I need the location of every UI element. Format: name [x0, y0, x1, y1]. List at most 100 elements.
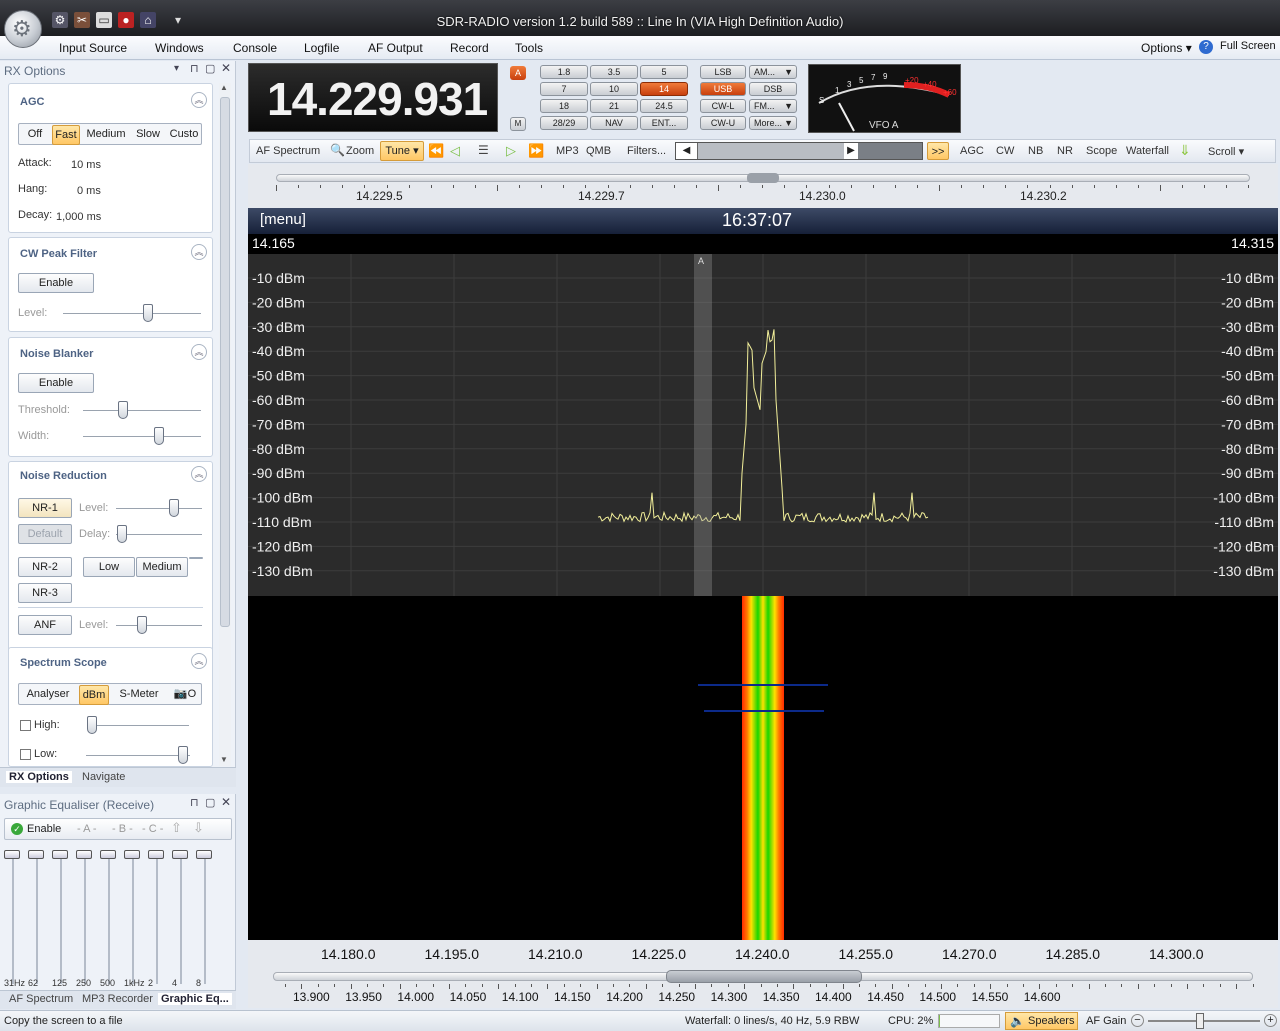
- eq-band-slider[interactable]: [148, 850, 164, 859]
- collapse-icon[interactable]: ︽: [191, 653, 207, 669]
- low-slider[interactable]: [178, 746, 188, 764]
- filter-scroll-thumb[interactable]: [698, 143, 846, 159]
- options-menu[interactable]: Options ▾: [1141, 41, 1192, 55]
- panel-pin-icon[interactable]: ⊓: [190, 796, 199, 809]
- tab-graphic-eq[interactable]: Graphic Eq...: [158, 993, 232, 1005]
- band-button[interactable]: 28/29: [540, 116, 588, 130]
- application-orb-button[interactable]: ⚙: [4, 10, 42, 48]
- wide-scroll-thumb[interactable]: [666, 970, 862, 983]
- mp3-button[interactable]: MP3: [556, 145, 579, 157]
- menu-windows[interactable]: Windows: [155, 41, 204, 55]
- vfo-a-button[interactable]: A: [510, 66, 526, 80]
- collapse-icon[interactable]: ︽: [191, 466, 207, 482]
- band-button[interactable]: 24.5: [640, 99, 688, 113]
- tab-navigate[interactable]: Navigate: [82, 771, 125, 783]
- mode-button[interactable]: FM... ▼: [749, 99, 797, 113]
- nr-medium-button[interactable]: Medium: [136, 557, 188, 577]
- mode-button[interactable]: More... ▼: [749, 116, 797, 130]
- eq-band-slider[interactable]: [4, 850, 20, 859]
- nr-toggle[interactable]: NR: [1057, 145, 1073, 157]
- filters-button[interactable]: Filters...: [627, 145, 666, 157]
- mode-button[interactable]: CW-U: [700, 116, 746, 130]
- low-checkbox[interactable]: [20, 749, 31, 760]
- scope-toggle[interactable]: Scope: [1086, 145, 1117, 157]
- fast-forward-icon[interactable]: ⏩: [528, 143, 544, 159]
- af-gain-slider[interactable]: [1196, 1013, 1204, 1029]
- eq-band-slider[interactable]: [52, 850, 68, 859]
- eq-band-slider[interactable]: [172, 850, 188, 859]
- speakers-button[interactable]: 🔈 Speakers: [1005, 1012, 1078, 1030]
- frequency-display[interactable]: 14.229.931: [248, 63, 498, 132]
- list-icon[interactable]: ☰: [478, 143, 489, 157]
- menu-input-source[interactable]: Input Source: [59, 41, 127, 55]
- panel-float-icon[interactable]: ▢: [205, 796, 215, 809]
- cw-toggle[interactable]: CW: [996, 145, 1014, 157]
- menu-console[interactable]: Console: [233, 41, 277, 55]
- fast-forward-button[interactable]: >>: [927, 142, 949, 160]
- eq-band-slider[interactable]: [28, 850, 44, 859]
- tab-rx-options[interactable]: RX Options: [6, 771, 72, 783]
- agc-fast-button[interactable]: Fast: [52, 125, 80, 145]
- eq-preset-c[interactable]: - C -: [142, 823, 163, 835]
- nr-more-button[interactable]: [189, 557, 203, 559]
- memory-button[interactable]: M: [510, 117, 526, 131]
- menu-logfile[interactable]: Logfile: [304, 41, 339, 55]
- nr-low-button[interactable]: Low: [83, 557, 135, 577]
- gain-plus-button[interactable]: +: [1264, 1014, 1277, 1027]
- mode-button[interactable]: USB: [700, 82, 746, 96]
- waterfall-display[interactable]: [248, 596, 1278, 940]
- high-checkbox[interactable]: [20, 720, 31, 731]
- nb-enable-button[interactable]: Enable: [18, 373, 94, 393]
- band-button[interactable]: 18: [540, 99, 588, 113]
- panel-float-icon[interactable]: ▢: [205, 62, 215, 75]
- menu-tools[interactable]: Tools: [515, 41, 543, 55]
- eq-band-slider[interactable]: [196, 850, 212, 859]
- mode-button[interactable]: CW-L: [700, 99, 746, 113]
- scope-dbm-button[interactable]: dBm: [79, 685, 109, 705]
- forward-icon[interactable]: ▷: [506, 143, 516, 159]
- cw-level-slider[interactable]: [143, 304, 153, 322]
- panel-dropdown-icon[interactable]: ▾: [174, 63, 179, 74]
- band-button[interactable]: 7: [540, 82, 588, 96]
- band-button[interactable]: ENT...: [640, 116, 688, 130]
- scroll-left-icon[interactable]: ◀: [676, 143, 698, 159]
- spectrum-menu-button[interactable]: [menu]: [260, 211, 306, 228]
- filter-scrollbar[interactable]: ◀ ▶: [675, 142, 923, 160]
- eq-band-slider[interactable]: [124, 850, 140, 859]
- eq-preset-a[interactable]: - A -: [77, 823, 97, 835]
- scope-other-button[interactable]: 📷O: [169, 685, 201, 703]
- nb-toggle[interactable]: NB: [1028, 145, 1043, 157]
- panel-pin-icon[interactable]: ⊓: [190, 62, 199, 75]
- tune-button[interactable]: Tune ▾: [380, 141, 424, 161]
- band-button[interactable]: 14: [640, 82, 688, 96]
- eq-up-icon[interactable]: ⇧: [171, 820, 182, 836]
- waterfall-down-icon[interactable]: ⇓: [1179, 142, 1191, 159]
- eq-band-slider[interactable]: [76, 850, 92, 859]
- tab-mp3-recorder[interactable]: MP3 Recorder: [82, 993, 153, 1005]
- help-icon[interactable]: ?: [1199, 40, 1213, 54]
- anf-button[interactable]: ANF: [18, 615, 72, 635]
- scroll-menu[interactable]: Scroll ▾: [1208, 145, 1244, 158]
- agc-custom-button[interactable]: Custo: [167, 125, 201, 143]
- tune-scroll-thumb[interactable]: [747, 173, 779, 183]
- waterfall-toggle[interactable]: Waterfall: [1126, 145, 1169, 157]
- scope-smeter-button[interactable]: S-Meter: [114, 685, 164, 703]
- panel-close-icon[interactable]: ✕: [221, 795, 231, 809]
- rewind-icon[interactable]: ⏪: [428, 143, 444, 159]
- nr1-level-slider[interactable]: [169, 499, 179, 517]
- menu-af-output[interactable]: AF Output: [368, 41, 423, 55]
- gain-minus-button[interactable]: −: [1131, 1014, 1144, 1027]
- frequency-value[interactable]: 14.229.931: [267, 72, 488, 126]
- af-spectrum-button[interactable]: AF Spectrum: [256, 145, 320, 157]
- back-icon[interactable]: ◁: [450, 143, 460, 159]
- eq-band-slider[interactable]: [100, 850, 116, 859]
- mode-button[interactable]: LSB: [700, 65, 746, 79]
- rx-scrollbar[interactable]: ▲ ▼: [219, 83, 231, 766]
- nb-threshold-slider[interactable]: [118, 401, 128, 419]
- nr2-button[interactable]: NR-2: [18, 557, 72, 577]
- mode-button[interactable]: DSB: [749, 82, 797, 96]
- nr1-button[interactable]: NR-1: [18, 498, 72, 518]
- band-button[interactable]: 1.8: [540, 65, 588, 79]
- band-button[interactable]: 5: [640, 65, 688, 79]
- qmb-button[interactable]: QMB: [586, 145, 611, 157]
